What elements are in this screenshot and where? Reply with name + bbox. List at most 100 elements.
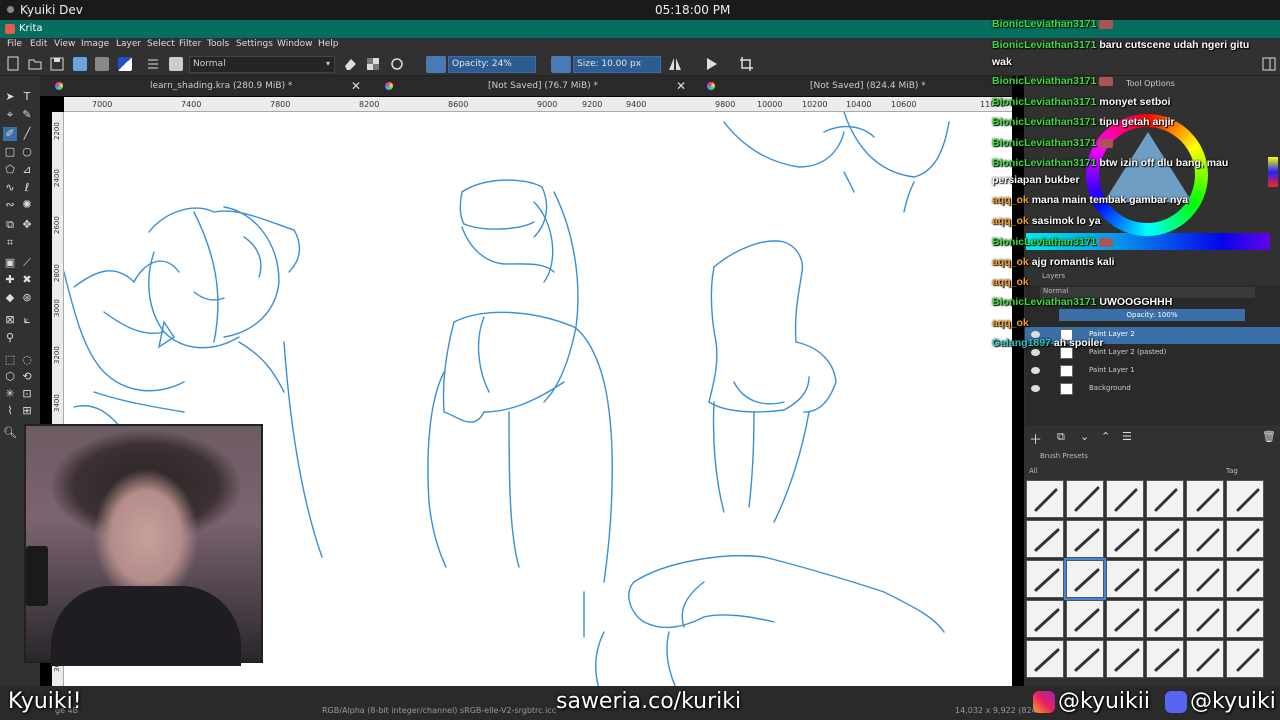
chat-message: BionicLeviathan3171 baru cutscene udah n… [992, 39, 1249, 51]
magic-wand-icon[interactable]: ✳ [3, 387, 17, 401]
menu-layer[interactable]: Layer [116, 39, 141, 49]
chat-username: aqq_ok [992, 317, 1029, 329]
bezier-select-icon[interactable]: ⌇ [3, 404, 17, 418]
tab-learn-shading[interactable]: learn_shading.kra (280.9 MiB) * ✕ [40, 76, 370, 96]
select-shape-icon[interactable]: ➤ [3, 90, 17, 104]
rectangle-tool-icon[interactable]: □ [3, 145, 17, 159]
streamer-name: Kyuiki! [8, 689, 82, 714]
chat-message: BionicLeviathan3171 btw izin off dlu ban… [992, 157, 1228, 169]
freehand-path-icon[interactable]: ℓ [20, 181, 34, 195]
opacity-value: Opacity: 24% [452, 59, 512, 69]
chevron-down-icon: ▾ [325, 59, 330, 68]
chat-username: BionicLeviathan3171 [992, 39, 1097, 51]
chat-username: aqq_ok [992, 256, 1029, 268]
chat-message: aqq_ok [992, 276, 1029, 288]
crop-icon[interactable] [739, 56, 753, 72]
menu-window[interactable]: Window [277, 39, 313, 49]
ruler-tick: 10200 [802, 100, 828, 109]
fill-tool-icon[interactable]: ◆ [3, 291, 17, 305]
discord-icon [1165, 691, 1187, 713]
text-tool-icon[interactable]: T [20, 90, 34, 104]
open-folder-icon[interactable] [28, 56, 42, 72]
polyline-tool-icon[interactable]: ⊿ [20, 163, 34, 177]
ruler-tick: 7800 [270, 100, 291, 109]
delete-layer-icon[interactable]: 🗑︎ [1262, 430, 1276, 443]
mirror-horizontal-icon[interactable] [667, 56, 683, 72]
layer-row[interactable]: Background [1025, 381, 1280, 398]
zoom-tool-icon[interactable]: 🔍︎ [3, 426, 17, 440]
brush-preset-icon[interactable] [169, 57, 183, 71]
layer-properties-icon[interactable]: ☰ [1122, 430, 1132, 443]
transform-icon[interactable]: ⧉ [3, 218, 17, 232]
ruler-tick: 2600 [53, 216, 61, 234]
layer-thumbnail [1060, 365, 1073, 377]
menu-image[interactable]: Image [81, 39, 109, 49]
new-document-icon[interactable] [6, 56, 20, 72]
bezier-tool-icon[interactable]: ∿ [3, 181, 17, 195]
reference-tool-icon[interactable]: ⚲ [3, 331, 17, 345]
eraser-icon[interactable] [343, 56, 357, 72]
edit-shapes-icon[interactable]: ⌖ [3, 108, 17, 122]
visibility-eye-icon[interactable] [1031, 385, 1040, 392]
opacity-slider[interactable]: Opacity: 24% [448, 56, 536, 73]
blend-mode-select[interactable]: Normal ▾ [189, 56, 335, 73]
lasso-select-icon[interactable]: ⟲ [20, 370, 34, 384]
measure-tool-icon[interactable]: ⟀ [20, 313, 34, 327]
brush-settings-icon[interactable] [146, 56, 160, 72]
reload-preset-icon[interactable] [390, 56, 404, 72]
assistant-tool-icon[interactable]: ⊠ [3, 313, 17, 327]
tab-not-saved-1[interactable]: [Not Saved] (76.7 MiB) * ✕ [370, 76, 692, 96]
ellipse-tool-icon[interactable]: ○ [20, 145, 34, 159]
freehand-brush-icon[interactable]: ✐ [3, 127, 17, 141]
enclose-fill-icon[interactable]: ⊛ [20, 291, 34, 305]
wrap-around-icon[interactable] [704, 56, 720, 72]
tab-not-saved-2[interactable]: [Not Saved] (824.4 MiB) * [692, 76, 1012, 96]
menu-filter[interactable]: Filter [179, 39, 201, 49]
smart-patch-icon[interactable]: ✖ [20, 273, 34, 287]
menu-file[interactable]: File [7, 39, 22, 49]
brush-tag[interactable]: Tag [1226, 467, 1238, 475]
multibrush-icon[interactable]: ✺ [20, 198, 34, 212]
ruler-tick: 3000 [53, 299, 61, 317]
menu-help[interactable]: Help [318, 39, 339, 49]
move-layer-up-icon[interactable]: ⌃ [1101, 430, 1110, 443]
alpha-lock-icon[interactable] [366, 56, 380, 72]
magnetic-select-icon[interactable]: ⊞ [20, 404, 34, 418]
dynamic-brush-icon[interactable]: ∾ [3, 198, 17, 212]
fg-bg-color-icon[interactable] [118, 57, 132, 71]
menu-edit[interactable]: Edit [30, 39, 47, 49]
layer-name: Paint Layer 1 [1089, 366, 1135, 374]
menu-tools[interactable]: Tools [207, 39, 229, 49]
move-layer-down-icon[interactable]: ⌄ [1080, 430, 1089, 443]
close-tab-icon[interactable]: ✕ [351, 79, 361, 93]
layer-row[interactable]: Paint Layer 1 [1025, 363, 1280, 380]
crop-tool-icon[interactable]: ⌗ [3, 236, 17, 250]
duplicate-layer-icon[interactable]: ⧉ [1057, 430, 1065, 444]
menu-select[interactable]: Select [147, 39, 175, 49]
add-layer-icon[interactable]: ＋ [1029, 429, 1042, 448]
chat-text: ajg romantis kali [1031, 256, 1115, 268]
size-slider[interactable]: Size: 10.00 px [573, 56, 661, 73]
move-icon[interactable]: ✥ [20, 218, 34, 232]
polygon-select-icon[interactable]: ⬡ [3, 370, 17, 384]
ellipse-select-icon[interactable]: ◌ [20, 353, 34, 367]
chat-text: UWOOGGHHH [1099, 296, 1173, 308]
system-clock: 05:18:00 PM [655, 3, 731, 17]
calligraphy-icon[interactable]: ✎ [20, 108, 34, 122]
similar-select-icon[interactable]: ⊡ [20, 387, 34, 401]
close-tab-icon[interactable]: ✕ [676, 79, 686, 93]
line-tool-icon[interactable]: ╱ [20, 127, 34, 141]
gradient-tool-icon[interactable]: ▣ [3, 256, 17, 270]
chat-text: wak [992, 56, 1012, 68]
menu-view[interactable]: View [54, 39, 75, 49]
colorize-mask-icon[interactable]: ✚ [3, 273, 17, 287]
visibility-eye-icon[interactable] [1031, 367, 1040, 374]
menu-settings[interactable]: Settings [236, 39, 273, 49]
pattern-swatch[interactable] [95, 57, 109, 71]
gradient-swatch[interactable] [73, 57, 87, 71]
save-icon[interactable] [50, 56, 64, 72]
brush-filter[interactable]: All [1029, 467, 1038, 475]
polygon-tool-icon[interactable]: ⬠ [3, 163, 17, 177]
color-picker-icon[interactable]: ⟋ [20, 256, 34, 270]
rect-select-icon[interactable]: ⬚ [3, 353, 17, 367]
